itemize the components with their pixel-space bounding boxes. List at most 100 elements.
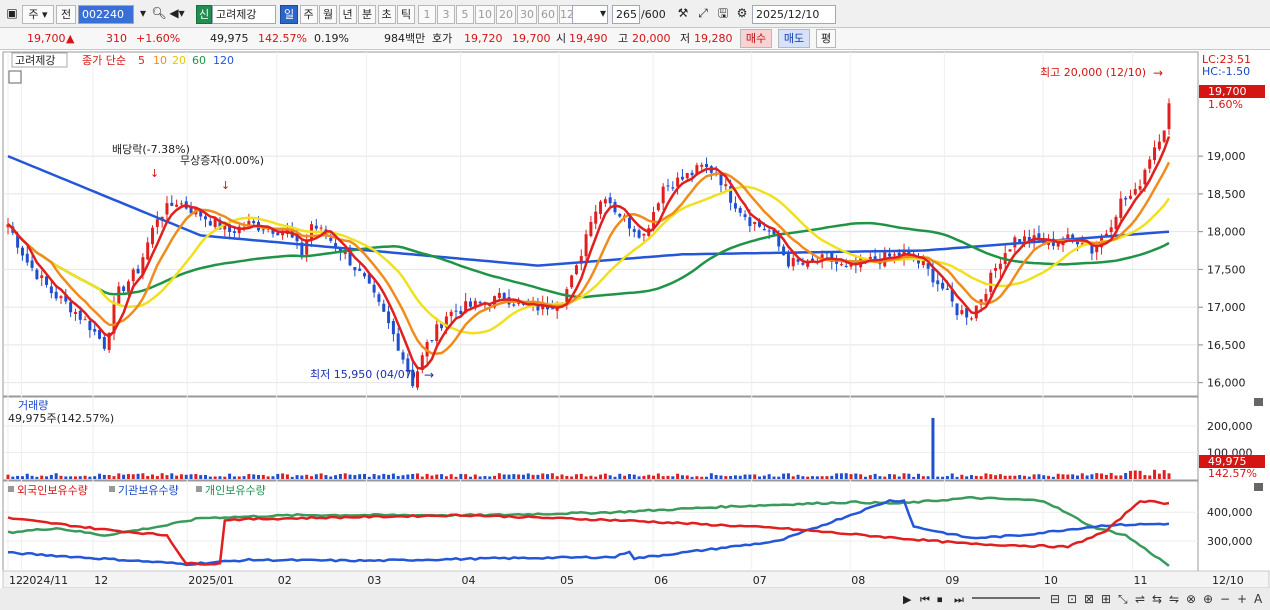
save-icon[interactable]: 🖫 <box>714 5 732 24</box>
volume-bar <box>83 475 87 479</box>
volume-bar <box>117 473 121 479</box>
volume-bar <box>753 474 757 479</box>
period-button-3[interactable]: 년 <box>338 5 357 24</box>
calculator-icon <box>8 70 22 84</box>
volume-bar <box>1157 473 1161 479</box>
candle-body <box>1138 186 1142 190</box>
volume-bar <box>497 473 501 479</box>
volume-bar <box>1037 474 1041 479</box>
period-button-5[interactable]: 초 <box>377 5 396 24</box>
candle-body <box>1157 141 1161 150</box>
volume-bar <box>676 473 680 479</box>
volume-bar <box>1124 473 1128 479</box>
interval-button-30[interactable]: 30 <box>517 5 537 24</box>
count-input[interactable]: 265 <box>612 5 640 24</box>
candle-body <box>584 234 588 257</box>
ma-period-20: 20 <box>172 54 186 67</box>
period-button-2[interactable]: 월 <box>319 5 337 24</box>
volume-bar <box>1042 475 1046 479</box>
candle-body <box>155 219 159 227</box>
sell-button[interactable]: 매도 <box>778 29 810 48</box>
volume-bar <box>1047 475 1051 479</box>
interval-button-5[interactable]: 5 <box>456 5 474 24</box>
interval-button-20[interactable]: 20 <box>496 5 516 24</box>
period-button-1[interactable]: 주 <box>299 5 318 24</box>
legend-swatch-0 <box>8 486 14 492</box>
sound-icon[interactable]: ◀▾ <box>168 5 186 24</box>
volume-bar <box>945 476 949 479</box>
candle-body <box>574 265 578 275</box>
count-max: /600 <box>641 8 666 21</box>
volume-bar <box>536 474 540 479</box>
interval-button-3[interactable]: 3 <box>437 5 455 24</box>
volume-bar <box>979 476 983 479</box>
volume-bar <box>40 475 44 479</box>
interval-button-60[interactable]: 60 <box>538 5 558 24</box>
volume-bar <box>517 474 521 479</box>
volume-bar <box>864 476 868 479</box>
candle-body <box>93 329 97 332</box>
volume-bar <box>762 475 766 479</box>
hc-value: HC:-1.50 <box>1202 65 1250 78</box>
type-select[interactable]: 주 ▾ <box>22 5 54 24</box>
candle-tool-icon[interactable]: ⚒ <box>674 5 692 24</box>
period-button-4[interactable]: 분 <box>358 5 376 24</box>
compare-icon[interactable]: ⤢ <box>694 5 712 24</box>
tool-icon-7: ⇋ <box>1169 592 1179 606</box>
name-tag: 고려제강 <box>15 54 55 67</box>
candle-body <box>921 261 925 266</box>
interval-button-10[interactable]: 10 <box>475 5 495 24</box>
volume-bar <box>613 476 617 479</box>
volume-bar <box>252 474 256 479</box>
price-tick-label: 19,000 <box>1207 150 1246 163</box>
period-button-6[interactable]: 틱 <box>397 5 415 24</box>
volume-bar <box>835 473 839 479</box>
sin-badge: 신 <box>196 5 212 24</box>
price-tick-label: 17,000 <box>1207 301 1246 314</box>
volume-bar <box>618 473 622 479</box>
volume-bar <box>189 474 193 479</box>
volume-bar <box>338 473 342 479</box>
volume-bar <box>1071 474 1075 479</box>
search-icon[interactable]: 🔍︎ <box>150 5 168 24</box>
volume-bar <box>709 473 713 479</box>
volume-bar <box>555 476 559 479</box>
period-button-0[interactable]: 일 <box>280 5 298 24</box>
candle-body <box>888 253 892 257</box>
volume-bar <box>175 475 179 479</box>
volume-bar <box>627 474 631 479</box>
buy-button[interactable]: 매수 <box>740 29 772 48</box>
volume-bar <box>468 476 472 479</box>
volume-bar <box>45 476 49 479</box>
volume-bar <box>1095 473 1099 479</box>
candle-body <box>1167 103 1171 129</box>
volume-value: 49,975주(142.57%) <box>8 412 114 425</box>
candle-body <box>955 303 959 316</box>
volume-bar <box>608 475 612 479</box>
window-menu-icon[interactable]: ▣ <box>3 5 21 24</box>
stock-name-field[interactable]: 고려제강 <box>212 5 276 24</box>
candle-body <box>59 296 63 299</box>
volume-bar <box>223 476 227 479</box>
volume-bar <box>656 473 660 479</box>
volume-tag-pct: 142.57% <box>1208 467 1257 480</box>
volume-bar <box>1104 474 1108 479</box>
panel-close-icon-1 <box>1254 483 1263 491</box>
bottom-toolbar <box>0 588 1270 610</box>
settings-gear-icon[interactable]: ⚙ <box>733 5 751 24</box>
volume-bar <box>64 476 68 479</box>
volume-bar <box>271 476 275 479</box>
candle-body <box>126 281 130 292</box>
interval-button-1[interactable]: 1 <box>418 5 436 24</box>
volume-bar <box>892 474 896 479</box>
change-pct: +1.60% <box>136 32 181 45</box>
volume-bar <box>705 476 709 479</box>
prev-button[interactable]: 전 <box>56 5 76 24</box>
x-axis-label: 04 <box>462 574 476 587</box>
date-input[interactable]: 2025/12/10 ▦ <box>752 5 836 38</box>
stock-chart[interactable]: 19,000 18,500 18,000 17,500 17,000 16,500 16,0… <box>0 50 1270 610</box>
candle-body <box>916 260 920 264</box>
code-input[interactable]: 002240 <box>78 5 134 24</box>
interval-dropdown-icon[interactable]: ▾ <box>594 5 612 24</box>
eval-button[interactable]: 평 <box>816 29 836 48</box>
